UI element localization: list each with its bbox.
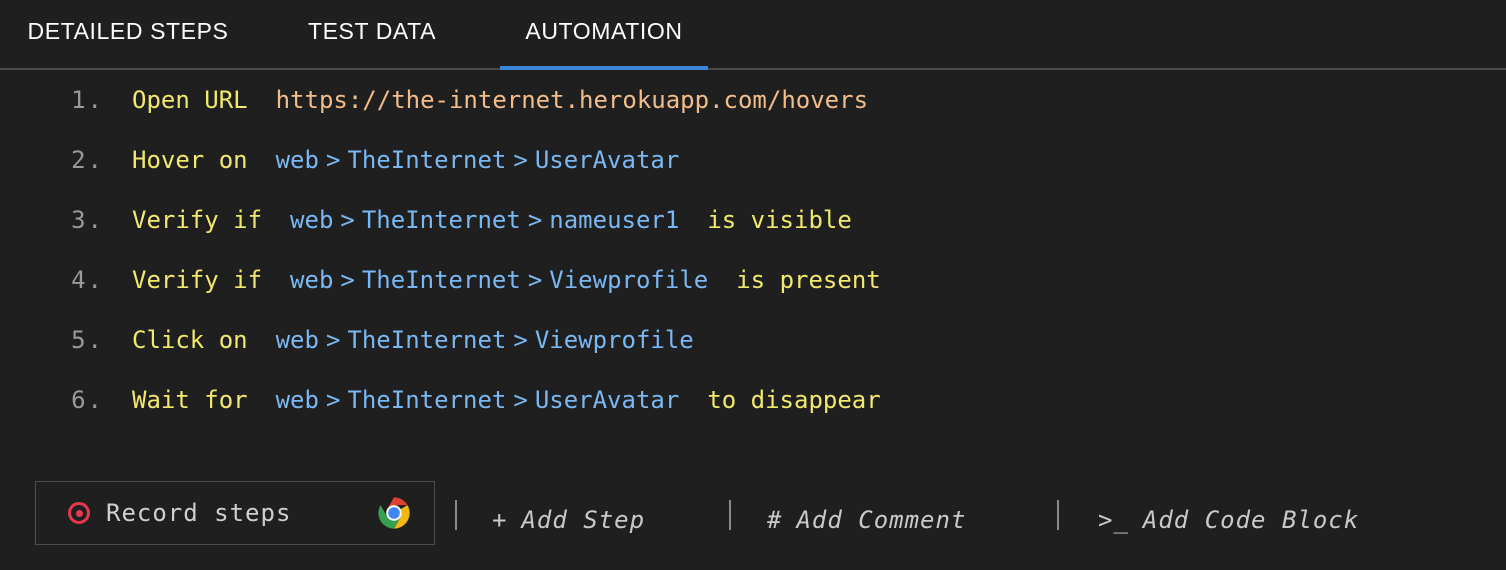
path-separator-icon: > [527,206,543,234]
step-number: 4. [71,266,104,294]
step-content: Hover on web > TheInternet > UserAvatar [132,146,679,174]
tab-test-data[interactable]: TEST DATA [302,0,442,68]
locator-segment: TheInternet [347,146,507,174]
step-keyword: Open URL [132,86,248,114]
add-step-label: Add Step [521,506,646,534]
locator-segment: TheInternet [347,386,507,414]
path-separator-icon: > [325,386,341,414]
step-locator-path[interactable]: web > TheInternet > Viewprofile [290,266,708,294]
add-code-block-label: Add Code Block [1142,506,1360,534]
terminal-prompt-icon: >_ [1098,506,1129,534]
tab-detailed-steps[interactable]: DETAILED STEPS [26,0,230,68]
step-keyword: Wait for [132,386,248,414]
automation-steps-list: 1. Open URL https://the-internet.herokuapp… [0,70,1506,430]
step-row[interactable]: 2. Hover on web > TheInternet > UserAvatar [0,130,1506,190]
path-separator-icon: > [527,266,543,294]
record-icon [68,502,90,524]
tab-bar: DETAILED STEPS TEST DATA AUTOMATION [0,0,1506,70]
toolbar-divider [1057,500,1059,530]
path-separator-icon: > [513,146,528,174]
record-steps-button[interactable]: Record steps [35,481,435,545]
toolbar-divider [729,500,731,530]
step-row[interactable]: 3. Verify if web > TheInternet > nameuser1 is v… [0,190,1506,250]
locator-segment: Viewprofile [549,266,709,294]
add-comment-button[interactable]: # Add Comment [767,506,966,534]
add-step-button[interactable]: + Add Step [492,506,645,534]
step-row[interactable]: 1. Open URL https://the-internet.herokuapp… [0,70,1506,130]
step-number: 6. [71,386,104,414]
locator-segment: web [275,326,319,354]
step-row[interactable]: 5. Click on web > TheInternet > Viewprofile [0,310,1506,370]
path-separator-icon: > [340,266,355,294]
step-locator-path[interactable]: web > TheInternet > UserAvatar [276,386,680,414]
toolbar-divider [455,500,457,530]
step-suffix: is present [736,266,881,294]
path-separator-icon: > [513,326,528,354]
path-separator-icon: > [325,146,341,174]
step-keyword: Verify if [132,206,263,234]
tab-automation[interactable]: AUTOMATION [500,0,708,70]
step-keyword: Hover on [132,146,248,174]
locator-segment: TheInternet [361,206,521,234]
locator-segment: Viewprofile [534,326,694,354]
plus-icon: + [492,506,508,534]
step-content: Wait for web > TheInternet > UserAvatar to dis… [132,386,881,414]
step-keyword: Verify if [132,266,263,294]
step-row[interactable]: 6. Wait for web > TheInternet > UserAvatar to d… [0,370,1506,430]
step-number: 5. [71,326,104,354]
locator-segment: UserAvatar [534,146,680,174]
record-steps-label: Record steps [106,499,292,527]
locator-segment: web [275,146,319,174]
path-separator-icon: > [513,386,528,414]
locator-segment: TheInternet [347,326,507,354]
automation-panel: DETAILED STEPS TEST DATA AUTOMATION 1. Op… [0,0,1506,570]
step-locator-path[interactable]: web > TheInternet > Viewprofile [276,326,694,354]
add-code-block-button[interactable]: >_ Add Code Block [1098,506,1359,534]
chrome-icon[interactable] [377,496,411,530]
locator-segment: nameuser1 [549,206,680,234]
step-keyword: Click on [132,326,248,354]
step-url[interactable]: https://the-internet.herokuapp.com/hover… [276,86,868,114]
step-number: 3. [71,206,104,234]
step-content: Verify if web > TheInternet > Viewprofile is p… [132,266,881,294]
step-suffix: to disappear [707,386,881,414]
step-locator-path[interactable]: web > TheInternet > UserAvatar [276,146,680,174]
path-separator-icon: > [340,206,355,234]
path-separator-icon: > [325,326,341,354]
tab-detailed-steps-label: DETAILED STEPS [27,17,229,44]
steps-toolbar: Record steps + Add Step # Add Comment >_… [0,470,1506,570]
step-number: 2. [71,146,104,174]
locator-segment: web [275,386,319,414]
step-suffix: is visible [707,206,852,234]
step-content: Open URL https://the-internet.herokuapp.c… [132,86,868,114]
step-row[interactable]: 4. Verify if web > TheInternet > Viewprofile is… [0,250,1506,310]
locator-segment: UserAvatar [534,386,680,414]
hash-icon: # [767,506,783,534]
locator-segment: TheInternet [361,266,521,294]
tab-automation-label: AUTOMATION [525,17,683,44]
step-number: 1. [71,86,104,114]
locator-segment: web [290,206,334,234]
step-content: Verify if web > TheInternet > nameuser1 is vis… [132,206,852,234]
tab-test-data-label: TEST DATA [307,17,437,44]
step-locator-path[interactable]: web > TheInternet > nameuser1 [290,206,679,234]
add-comment-label: Add Comment [796,506,967,534]
step-content: Click on web > TheInternet > Viewprofile [132,326,694,354]
locator-segment: web [290,266,334,294]
